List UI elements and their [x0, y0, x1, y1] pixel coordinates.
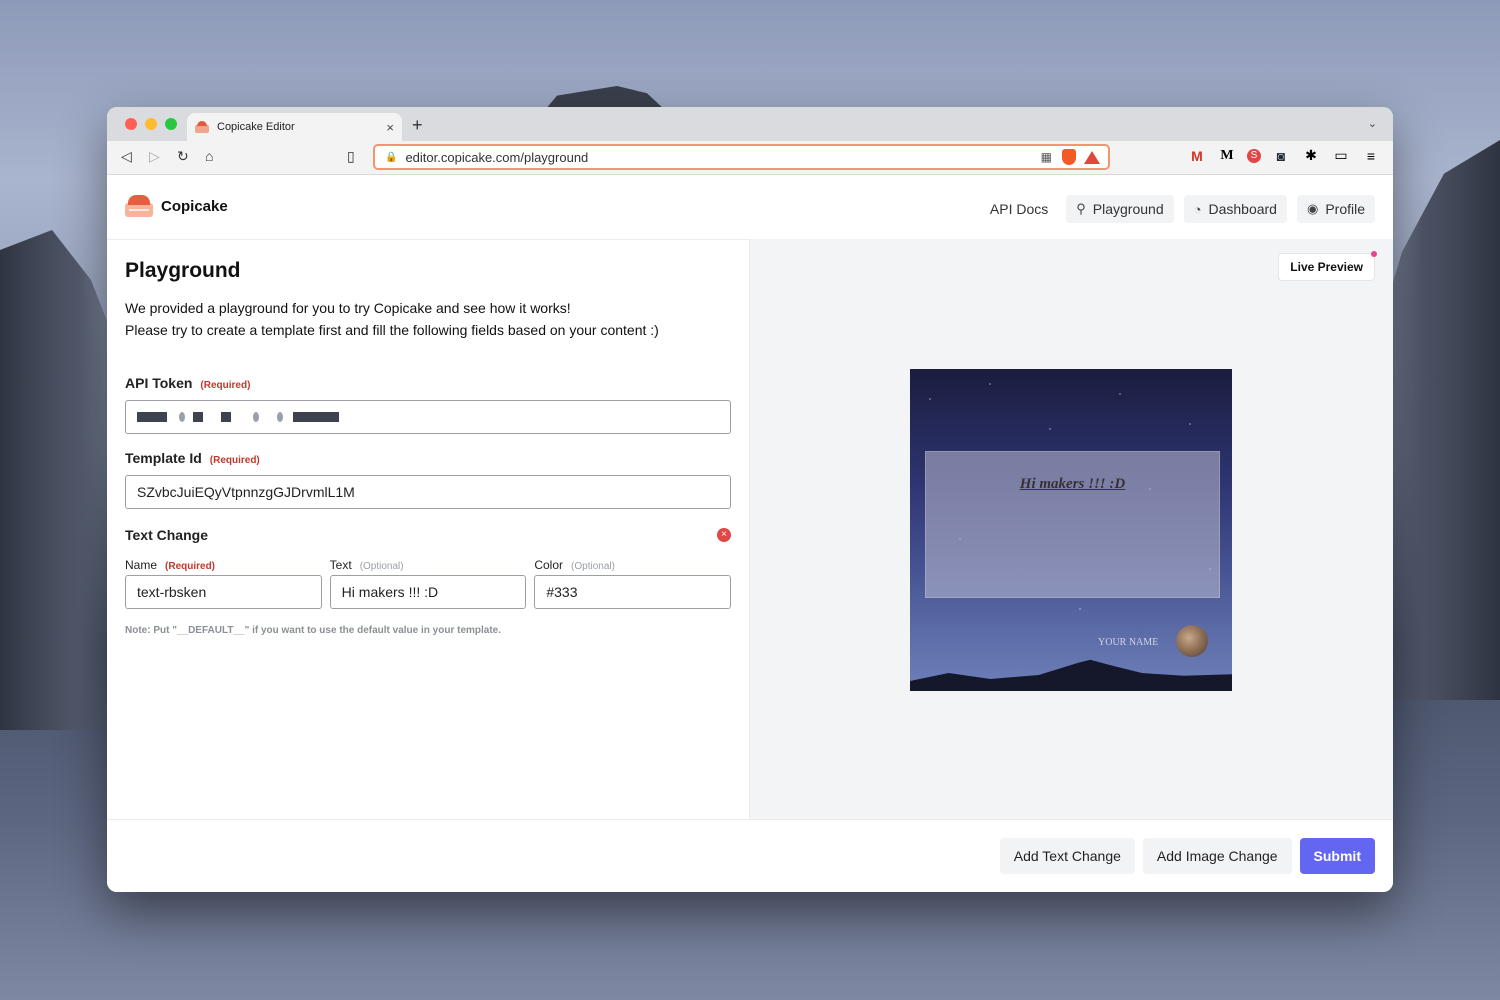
template-id-label: Template Id (Required)	[125, 450, 731, 466]
name-label-text: Name	[125, 558, 158, 572]
preview-panel: Live Preview Hi makers !!! :D YOUR NAME	[750, 239, 1393, 819]
app-header: Copicake API Docs ⚲ Playground ◔ Dashboa…	[107, 175, 1393, 240]
close-window-button[interactable]	[125, 118, 137, 130]
footer-actions: Add Text Change Add Image Change Submit	[999, 838, 1375, 874]
browser-toolbar: ◁ ▷ ↻ ⌂ ▯ 🔒 editor.copicake.com/playgrou…	[107, 141, 1393, 175]
extension-icons: M M S ◙ ✱ ▭ ≡	[1187, 147, 1381, 164]
text-change-row: Name (Required) text-rbsken Text (Option…	[125, 558, 732, 609]
qr-code-icon[interactable]: ▦	[1041, 150, 1052, 164]
text-change-name-col: Name (Required) text-rbsken	[125, 558, 322, 609]
new-tab-button[interactable]: +	[412, 115, 423, 136]
page-title: Playground	[125, 259, 241, 282]
api-token-required-tag: (Required)	[200, 380, 251, 391]
nav-dashboard[interactable]: ◔ Dashboard	[1183, 195, 1287, 223]
react-devtools-icon[interactable]: ◙	[1271, 148, 1291, 164]
reload-icon[interactable]: ↻	[177, 148, 189, 165]
home-icon[interactable]: ⌂	[205, 148, 213, 164]
add-image-change-button[interactable]: Add Image Change	[1142, 838, 1292, 874]
top-nav: API Docs ⚲ Playground ◔ Dashboard ◉ Prof…	[982, 195, 1375, 223]
text-change-header: Text Change ×	[125, 527, 731, 543]
preview-text-box: Hi makers !!! :D	[925, 451, 1220, 598]
description-line-1: We provided a playground for you to try …	[125, 300, 571, 316]
brave-rewards-icon[interactable]	[1084, 150, 1100, 164]
nav-api-docs[interactable]: API Docs	[982, 195, 1056, 223]
live-indicator-dot	[1371, 251, 1377, 257]
tab-bar: Copicake Editor × + ⌄	[107, 107, 1393, 141]
default-value-note: Note: Put "__DEFAULT__" if you want to u…	[125, 625, 502, 636]
cake-favicon-icon	[195, 121, 209, 133]
color-label: Color (Optional)	[534, 558, 731, 572]
nav-playground[interactable]: ⚲ Playground	[1066, 195, 1174, 223]
color-optional-tag: (Optional)	[571, 561, 615, 572]
preview-text: Hi makers !!! :D	[1019, 476, 1126, 492]
bookmark-icon[interactable]: ▯	[347, 148, 355, 165]
text-change-title: Text Change	[125, 527, 208, 543]
submit-button[interactable]: Submit	[1299, 838, 1375, 874]
add-text-change-button[interactable]: Add Text Change	[999, 838, 1135, 874]
text-label-text: Text	[329, 558, 352, 572]
api-token-masked-value	[137, 412, 339, 422]
browser-window: Copicake Editor × + ⌄ ◁ ▷ ↻ ⌂ ▯ 🔒 editor…	[107, 107, 1393, 892]
address-bar[interactable]: 🔒 editor.copicake.com/playground ▦	[373, 144, 1110, 170]
nav-profile[interactable]: ◉ Profile	[1296, 195, 1375, 223]
brave-shields-icon[interactable]	[1062, 149, 1076, 165]
preview-avatar	[1176, 625, 1208, 657]
form-panel: Playground We provided a playground for …	[107, 239, 750, 819]
maximize-window-button[interactable]	[165, 118, 177, 130]
brand-name: Copicake	[161, 197, 228, 215]
template-id-required-tag: (Required)	[209, 455, 260, 466]
lock-icon: 🔒	[385, 151, 398, 163]
description-line-2: Please try to create a template first an…	[125, 322, 659, 338]
color-input[interactable]: #333	[534, 575, 732, 609]
color-label-text: Color	[534, 558, 564, 572]
name-label: Name (Required)	[125, 558, 322, 572]
minimize-window-button[interactable]	[145, 118, 157, 130]
forward-icon[interactable]: ▷	[149, 148, 160, 165]
nav-dashboard-label: Dashboard	[1208, 201, 1277, 217]
page-description: We provided a playground for you to try …	[125, 297, 731, 341]
preview-your-name: YOUR NAME	[1098, 637, 1159, 648]
url-text: editor.copicake.com/playground	[405, 149, 589, 165]
medium-extension-icon[interactable]: M	[1217, 148, 1237, 164]
menu-icon[interactable]: ≡	[1361, 148, 1381, 164]
text-change-text-col: Text (Optional) Hi makers !!! :D	[329, 558, 527, 609]
text-change-color-col: Color (Optional) #333	[534, 558, 732, 609]
text-optional-tag: (Optional)	[359, 561, 404, 572]
extensions-puzzle-icon[interactable]: ✱	[1301, 147, 1321, 164]
live-preview-badge: Live Preview	[1278, 253, 1375, 281]
remove-text-change-icon[interactable]: ×	[717, 528, 731, 542]
tab-list-chevron-icon[interactable]: ⌄	[1368, 117, 1377, 130]
back-icon[interactable]: ◁	[121, 148, 132, 165]
user-circle-icon: ◉	[1306, 201, 1319, 216]
nav-playground-label: Playground	[1092, 201, 1164, 217]
main-content: Playground We provided a playground for …	[107, 239, 1393, 819]
nav-profile-label: Profile	[1325, 201, 1365, 217]
api-token-label-text: API Token	[125, 375, 193, 391]
dashboard-icon: ◔	[1193, 201, 1202, 217]
name-input[interactable]: text-rbsken	[125, 575, 322, 609]
wallet-icon[interactable]: ▭	[1331, 147, 1351, 164]
form-footer: Add Text Change Add Image Change Submit	[107, 819, 1393, 892]
cake-logo-icon	[125, 193, 153, 219]
gmail-extension-icon[interactable]: M	[1187, 148, 1207, 164]
template-id-label-text: Template Id	[125, 450, 202, 466]
tab-title: Copicake Editor	[217, 121, 295, 133]
s-extension-icon[interactable]: S	[1247, 148, 1261, 163]
text-input[interactable]: Hi makers !!! :D	[329, 575, 527, 609]
joystick-icon: ⚲	[1076, 201, 1086, 216]
template-id-input[interactable]: SZvbcJuiEQyVtpnnzgGJDrvmlL1M	[125, 475, 731, 509]
preview-image: Hi makers !!! :D YOUR NAME	[910, 369, 1232, 691]
window-controls	[125, 118, 177, 130]
name-required-tag: (Required)	[165, 561, 216, 572]
browser-tab[interactable]: Copicake Editor ×	[187, 113, 402, 141]
brand[interactable]: Copicake	[125, 193, 228, 219]
tab-close-icon[interactable]: ×	[386, 120, 394, 135]
api-token-label: API Token (Required)	[125, 375, 731, 391]
text-label: Text (Optional)	[330, 558, 527, 572]
api-token-input[interactable]	[125, 400, 731, 434]
